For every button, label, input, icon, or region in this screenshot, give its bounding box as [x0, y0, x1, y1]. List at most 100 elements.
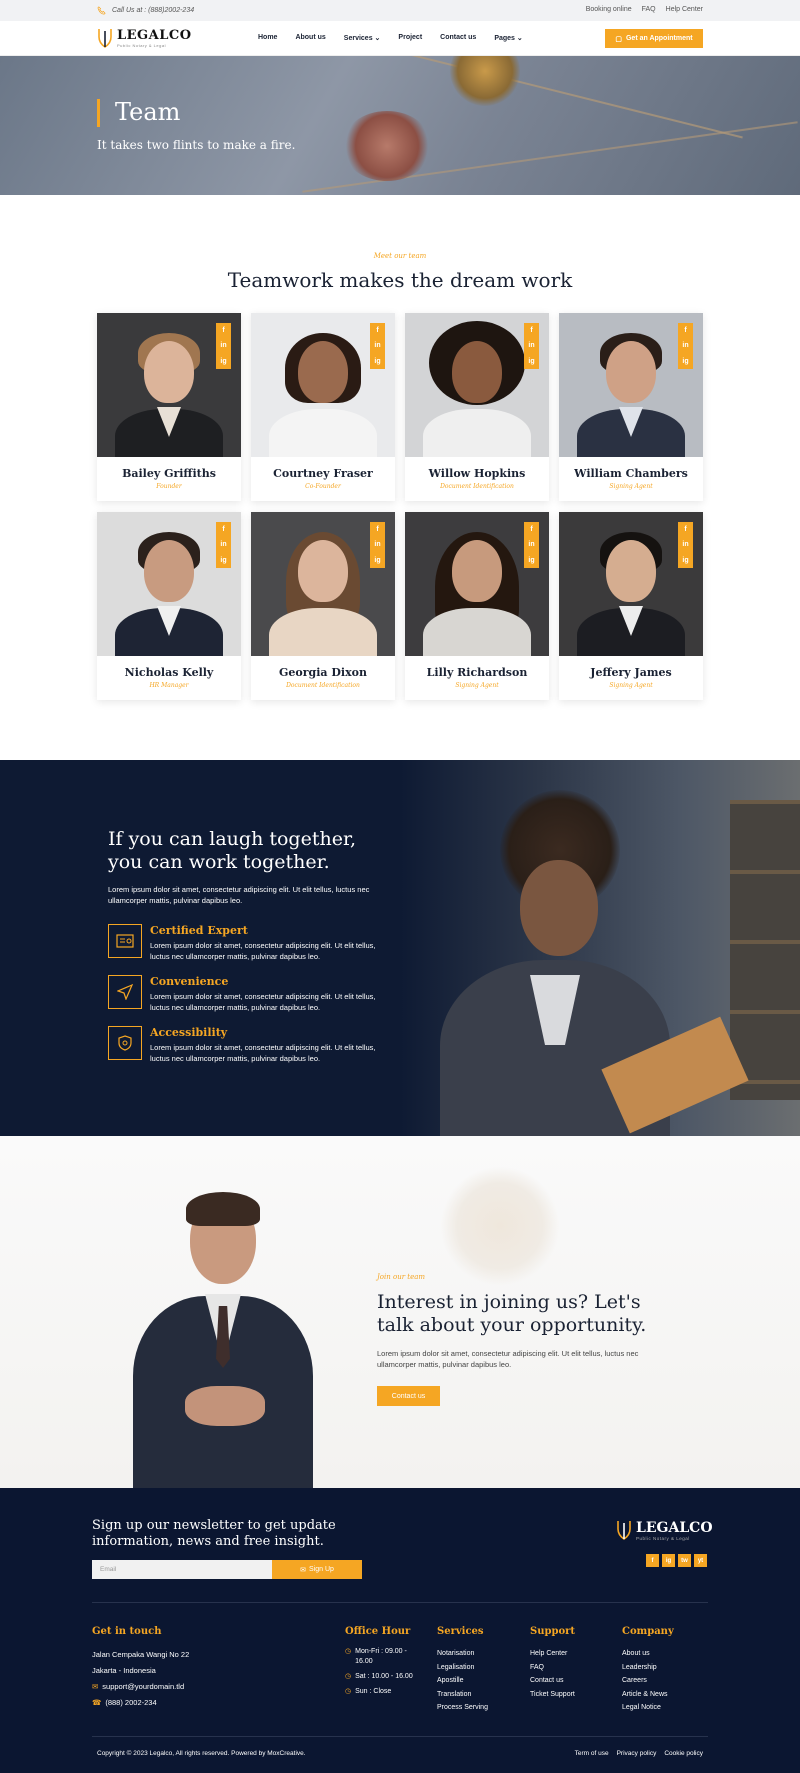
logo-brand: LEGALCO: [117, 28, 192, 43]
team-eyebrow: Meet our team: [373, 252, 427, 260]
team-card[interactable]: f in ig William Chambers Signing Agent: [559, 313, 703, 501]
wax-stamp-image: [450, 56, 520, 106]
instagram-icon[interactable]: ig: [374, 358, 380, 365]
facebook-icon[interactable]: f: [684, 327, 686, 334]
logo[interactable]: LEGALCO Public Notary & Legal: [97, 27, 192, 49]
team-card[interactable]: f in ig Willow Hopkins Document Identifica…: [405, 313, 549, 501]
linkedin-icon[interactable]: in: [220, 541, 226, 548]
facebook-icon[interactable]: f: [530, 526, 532, 533]
footer-link[interactable]: Help Center: [530, 1647, 575, 1661]
man-hands: [185, 1386, 265, 1426]
instagram-icon[interactable]: ig: [682, 557, 688, 564]
nav-services-label: Services: [343, 35, 373, 42]
footer-link[interactable]: Article & News: [622, 1688, 674, 1702]
instagram-icon[interactable]: ig: [220, 557, 226, 564]
member-name: William Chambers: [574, 467, 688, 480]
call-text: Call Us at : (888)2002-234: [112, 7, 195, 14]
nav-project[interactable]: Project: [398, 34, 422, 42]
facebook-icon[interactable]: f: [646, 1554, 659, 1567]
facebook-icon[interactable]: f: [222, 526, 224, 533]
instagram-icon[interactable]: ig: [682, 358, 688, 365]
privacy-link[interactable]: Privacy policy: [617, 1750, 657, 1757]
nav-services[interactable]: Services ⌄: [344, 34, 381, 42]
instagram-icon[interactable]: ig: [662, 1554, 675, 1567]
call-info[interactable]: Call Us at : (888)2002-234: [97, 6, 194, 15]
join-text: Lorem ipsum dolor sit amet, consectetur …: [377, 1349, 639, 1369]
footer-link[interactable]: Translation: [437, 1688, 488, 1702]
facebook-icon[interactable]: f: [376, 526, 378, 533]
main-nav: Home About us Services ⌄ Project Contact…: [258, 34, 523, 42]
values-lead: Lorem ipsum dolor sit amet, consectetur …: [108, 885, 370, 905]
nav-about[interactable]: About us: [295, 34, 325, 42]
member-role: HR Manager: [149, 682, 189, 689]
team-card[interactable]: f in ig Nicholas Kelly HR Manager: [97, 512, 241, 700]
facebook-icon[interactable]: f: [222, 327, 224, 334]
newsletter-email-input[interactable]: Email: [92, 1560, 272, 1579]
team-title: Teamwork makes the dream work: [227, 268, 573, 292]
footer-contact: Get in touch Jalan Cempaka Wangi No 22 J…: [92, 1626, 189, 1711]
footer-link[interactable]: Notarisation: [437, 1647, 488, 1661]
team-card[interactable]: f in ig Courtney Fraser Co-Founder: [251, 313, 395, 501]
footer-link[interactable]: FAQ: [530, 1661, 575, 1675]
facebook-icon[interactable]: f: [376, 327, 378, 334]
nav-home[interactable]: Home: [258, 34, 277, 42]
bookshelf-image: [730, 800, 800, 1100]
wax-seal-image: [342, 111, 432, 181]
linkedin-icon[interactable]: in: [528, 342, 534, 349]
twitter-icon[interactable]: tw: [678, 1554, 691, 1567]
instagram-icon[interactable]: ig: [528, 557, 534, 564]
chevron-down-icon: ⌄: [516, 35, 523, 42]
member-name: Jeffery James: [590, 666, 672, 679]
footer-logo[interactable]: LEGALCO Public Notary & Legal: [616, 1518, 713, 1542]
youtube-icon[interactable]: yt: [694, 1554, 707, 1567]
linkedin-icon[interactable]: in: [528, 541, 534, 548]
member-role: Signing Agent: [609, 483, 653, 490]
footer-brand: LEGALCO: [636, 1519, 713, 1536]
linkedin-icon[interactable]: in: [682, 342, 688, 349]
footer-link[interactable]: Legal Notice: [622, 1701, 674, 1715]
help-center-link[interactable]: Help Center: [666, 6, 703, 13]
footer-link[interactable]: Contact us: [530, 1674, 575, 1688]
booking-link[interactable]: Booking online: [586, 6, 632, 13]
team-card[interactable]: f in ig Jeffery James Signing Agent: [559, 512, 703, 700]
hours-item: ◷ Mon-Fri : 09.00 - 16.00: [345, 1647, 425, 1667]
linkedin-icon[interactable]: in: [374, 342, 380, 349]
footer-link[interactable]: Apostille: [437, 1674, 488, 1688]
footer-link[interactable]: Legalisation: [437, 1661, 488, 1675]
social-links: f in ig: [370, 522, 385, 568]
pen-nib-icon: [98, 29, 112, 48]
terms-link[interactable]: Term of use: [575, 1750, 609, 1757]
facebook-icon[interactable]: f: [530, 327, 532, 334]
nav-contact[interactable]: Contact us: [440, 34, 476, 42]
top-bar: Call Us at : (888)2002-234 Booking onlin…: [0, 0, 800, 21]
contact-button[interactable]: Contact us: [377, 1386, 440, 1406]
nav-pages[interactable]: Pages ⌄: [494, 34, 522, 42]
footer-link[interactable]: Ticket Support: [530, 1688, 575, 1702]
instagram-icon[interactable]: ig: [528, 358, 534, 365]
signup-button[interactable]: ✉ Sign Up: [272, 1560, 362, 1579]
footer-heading: Company: [622, 1626, 674, 1637]
linkedin-icon[interactable]: in: [374, 541, 380, 548]
nav-pages-label: Pages: [494, 35, 515, 42]
member-role: Document Identification: [286, 682, 360, 689]
footer-link[interactable]: Process Serving: [437, 1701, 488, 1715]
footer-email[interactable]: ✉ support@yourdomain.tld: [92, 1679, 189, 1695]
footer-services: Services Notarisation Legalisation Apost…: [437, 1626, 488, 1715]
team-card[interactable]: f in ig Lilly Richardson Signing Agent: [405, 512, 549, 700]
footer-link[interactable]: Careers: [622, 1674, 674, 1688]
footer-link[interactable]: About us: [622, 1647, 674, 1661]
instagram-icon[interactable]: ig: [374, 557, 380, 564]
footer-link[interactable]: Leadership: [622, 1661, 674, 1675]
linkedin-icon[interactable]: in: [682, 541, 688, 548]
team-card[interactable]: f in ig Bailey Griffiths Founder: [97, 313, 241, 501]
linkedin-icon[interactable]: in: [220, 342, 226, 349]
cookie-link[interactable]: Cookie policy: [664, 1750, 703, 1757]
team-card[interactable]: f in ig Georgia Dixon Document Identificat…: [251, 512, 395, 700]
appointment-button[interactable]: ▢ Get an Appointment: [605, 29, 703, 48]
instagram-icon[interactable]: ig: [220, 358, 226, 365]
member-name: Nicholas Kelly: [124, 666, 214, 679]
join-section: Join our team Interest in joining us? Le…: [0, 1136, 800, 1488]
facebook-icon[interactable]: f: [684, 526, 686, 533]
footer-phone[interactable]: ☎ (888) 2002-234: [92, 1695, 189, 1711]
faq-link[interactable]: FAQ: [642, 6, 656, 13]
